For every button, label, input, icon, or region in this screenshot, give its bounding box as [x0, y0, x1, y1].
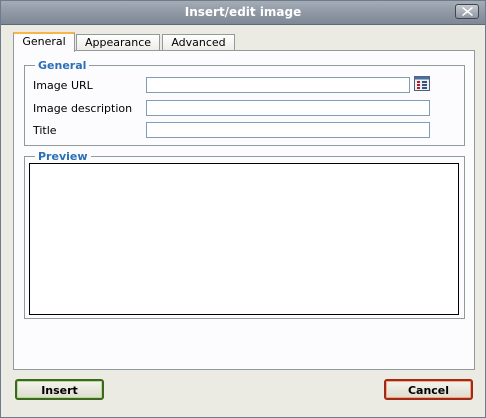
preview-fieldset: Preview: [24, 150, 465, 319]
general-fieldset: General Image URL Image description Titl…: [24, 59, 465, 146]
image-url-label: Image URL: [33, 79, 93, 92]
image-description-label: Image description: [33, 102, 133, 115]
cancel-button[interactable]: Cancel: [384, 379, 473, 400]
tab-appearance-label: Appearance: [84, 36, 152, 49]
dialog-title: Insert/edit image: [184, 5, 302, 19]
tab-appearance[interactable]: Appearance: [76, 34, 160, 51]
tab-advanced[interactable]: Advanced: [162, 34, 235, 51]
close-icon: [462, 7, 473, 16]
insert-button[interactable]: Insert: [15, 379, 104, 400]
title-bar[interactable]: Insert/edit image: [1, 1, 485, 25]
preview-legend: Preview: [35, 150, 91, 163]
general-legend: General: [35, 59, 90, 72]
tab-general[interactable]: General: [13, 32, 75, 52]
title-label: Title: [33, 124, 57, 137]
preview-area: [29, 163, 459, 315]
close-button[interactable]: [455, 4, 479, 19]
image-description-input[interactable]: [146, 100, 430, 116]
tab-general-label: General: [22, 35, 66, 48]
browse-button[interactable]: [414, 76, 430, 91]
title-input[interactable]: [146, 122, 430, 138]
insert-edit-image-dialog: Insert/edit image General Appearance Adv…: [0, 0, 486, 418]
browse-list-icon: [414, 76, 430, 91]
tab-panel-general: General Image URL Image description Titl…: [13, 50, 475, 370]
image-url-input[interactable]: [146, 77, 410, 93]
tab-advanced-label: Advanced: [171, 36, 226, 49]
